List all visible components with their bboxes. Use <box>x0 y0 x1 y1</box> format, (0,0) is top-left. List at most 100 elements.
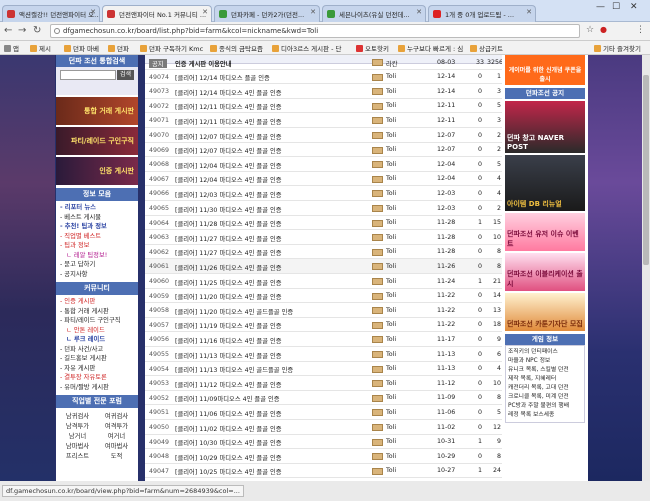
link-duel-board[interactable]: - 결투장 자유토론 <box>56 373 138 383</box>
row-author[interactable]: Toli <box>386 205 396 212</box>
link-verify-board[interactable]: - 인증 게시판 <box>56 297 138 307</box>
row-title[interactable]: [클리어] 11/19 마디오스 4인 플골 인증 <box>175 321 282 330</box>
link-guild-board[interactable]: - 길드홍보 게시판 <box>56 354 138 364</box>
coupon-banner[interactable]: 게이머를 위한 신개념 쿠폰을 출시 <box>505 55 585 85</box>
row-author[interactable]: Toli <box>386 117 396 124</box>
game-info-link[interactable]: 유니크 목록, 스킬별 던전 <box>508 366 582 375</box>
item-db-banner[interactable]: 아이템 DB 리뉴얼 <box>505 155 585 211</box>
row-title[interactable]: [클리어] 12/04 마디오스 4인 플골 인증 <box>175 161 282 170</box>
row-title[interactable]: [클리어] 11/09마디오스 4인 플골 인증 <box>175 394 280 403</box>
star-icon[interactable]: ☆ <box>586 25 594 35</box>
row-author[interactable]: Toli <box>386 278 396 285</box>
row-title[interactable]: [클리어] 11/20 마디오스 4인 플골 인증 <box>175 292 282 301</box>
trade-board-banner[interactable]: 통합 거래 게시판 <box>56 97 138 125</box>
game-info-link[interactable]: 제작 목록, 지혜레터 <box>508 375 582 384</box>
link-notice[interactable]: - 공지사항 <box>56 270 138 280</box>
table-row[interactable]: 49054 [클리어] 11/13 마디오스 4인 골드플골 인증 Toli 11-1… <box>145 362 502 377</box>
naver-post-banner[interactable]: 던파 창고 NAVER POST <box>505 101 585 153</box>
row-title[interactable]: [클리어] 12/11 마디오스 4인 플골 인증 <box>175 102 282 111</box>
row-title[interactable]: [클리어] 11/13 마디오스 4인 플골 인증 <box>175 351 282 360</box>
row-author[interactable]: Toli <box>386 336 396 343</box>
job-link[interactable]: 프리스트 <box>58 452 97 462</box>
row-author[interactable]: Toli <box>386 88 396 95</box>
link-luke-raid[interactable]: ㄴ 루크 레이드 <box>56 335 138 345</box>
table-row[interactable]: 49049 [클리어] 10/30 마디오스 4인 플골 인증 Toli 10-31 1… <box>145 435 502 450</box>
row-title[interactable]: [클리어] 11/26 마디오스 4인 플골 인증 <box>175 263 282 272</box>
row-author[interactable]: Toli <box>386 146 396 153</box>
link-humor-board[interactable]: - 유머/짤방 게시판 <box>56 383 138 393</box>
row-title[interactable]: [클리어] 10/30 마디오스 4인 플골 인증 <box>175 438 282 447</box>
browser-tab[interactable]: 던파카페 - 던카2가(던전... ✕ <box>214 5 320 22</box>
table-row[interactable]: 49053 [클리어] 11/12 마디오스 4인 플골 인증 Toli 11-12 0… <box>145 376 502 391</box>
row-title[interactable]: 인증 게시판 이용안내 <box>175 59 232 68</box>
row-author[interactable]: Toli <box>386 380 396 387</box>
row-author[interactable]: Toli <box>386 321 396 328</box>
link-reporter-news[interactable]: - 리포터 뉴스 <box>56 203 138 213</box>
link-real-tips[interactable]: ㄴ 레알 팁정보! <box>56 251 138 261</box>
row-title[interactable]: [클리어] 11/16 마디오스 4인 플골 인증 <box>175 336 282 345</box>
verify-board-banner[interactable]: 인증 게시판 <box>56 157 138 185</box>
job-link[interactable]: 남마법사 <box>58 442 97 452</box>
search-input[interactable] <box>60 70 116 80</box>
row-title[interactable]: [클리어] 11/25 마디오스 4인 플골 인증 <box>175 278 282 287</box>
table-row[interactable]: 49070 [클리어] 12/07 마디오스 4인 플골 인증 Toli 12-07 0… <box>145 128 502 143</box>
link-tips[interactable]: - 팁과 정보 <box>56 241 138 251</box>
page-scrollbar[interactable] <box>642 55 650 481</box>
table-row[interactable]: 49055 [클리어] 11/13 마디오스 4인 플골 인증 Toli 11-13 0… <box>145 347 502 362</box>
browser-tab[interactable]: 액션캘강!! 던전앤파이터 오... ✕ <box>2 5 100 22</box>
row-title[interactable]: [클리어] 10/25 마디오스 4인 플골 인증 <box>175 467 282 476</box>
table-row[interactable]: 49062 [클리어] 11/27 마디오스 4인 플골 인증 Toli 11-28 0… <box>145 245 502 260</box>
link-recommended-tips[interactable]: - 추천! 팁과 정보 <box>56 222 138 232</box>
game-info-link[interactable]: 캐전더리 목록, 고대 던전 <box>508 384 582 393</box>
url-input[interactable]: dfgamechosun.co.kr/board/list.php?bid=fa… <box>50 24 580 38</box>
game-info-link[interactable]: 크로니클 목록, 미계 던전 <box>508 393 582 402</box>
menu-icon[interactable]: ⋮ <box>636 25 645 35</box>
table-row[interactable]: 49063 [클리어] 11/27 마디오스 4인 플골 인증 Toli 11-28 0… <box>145 230 502 245</box>
bookmark-folder[interactable]: 기타 즐겨찾기 <box>594 43 641 53</box>
row-title[interactable]: [클리어] 12/07 마디오스 4인 플골 인증 <box>175 132 282 141</box>
table-row[interactable]: 49068 [클리어] 12/04 마디오스 4인 플골 인증 Toli 12-04 0… <box>145 157 502 172</box>
reload-icon[interactable]: ↻ <box>33 25 41 36</box>
row-author[interactable]: Toli <box>386 234 396 241</box>
table-row[interactable]: 49048 [클리어] 10/29 마디오스 4인 플골 인증 Toli 10-29 0… <box>145 449 502 464</box>
search-button[interactable]: 검색 <box>117 70 134 80</box>
job-link[interactable]: 여귀검사 <box>97 412 136 422</box>
row-author[interactable]: Toli <box>386 365 396 372</box>
game-info-link[interactable]: 마을과 NPC 정보 <box>508 357 582 366</box>
row-author[interactable]: 라칸 <box>386 59 398 68</box>
browser-tab-active[interactable]: 던전앤파이터 No.1 커뮤니티 ... ✕ <box>102 5 212 23</box>
link-trade-board[interactable]: - 통합 거래 게시판 <box>56 307 138 317</box>
row-title[interactable]: [클리어] 11/28 마디오스 4인 플골 인증 <box>175 219 282 228</box>
row-author[interactable]: Toli <box>386 175 396 182</box>
table-row[interactable]: 49066 [클리어] 12/03 마디오스 4인 플골 인증 Toli 12-03 0… <box>145 186 502 201</box>
row-title[interactable]: [클리어] 12/07 마디오스 4인 플골 인증 <box>175 146 282 155</box>
bookmark-item[interactable]: 제시 <box>30 43 51 53</box>
row-title[interactable]: [클리어] 11/27 마디오스 4인 플골 인증 <box>175 234 282 243</box>
bookmark-item[interactable]: 던파 구독하기 Kmc <box>140 43 203 53</box>
row-author[interactable]: Toli <box>386 453 396 460</box>
row-author[interactable]: Toli <box>386 190 396 197</box>
browser-tab[interactable]: 1개 중 0개 업로드됨 - ... ✕ <box>428 5 536 22</box>
row-title[interactable]: [클리어] 12/03 마디오스 4인 플골 인증 <box>175 190 282 199</box>
table-row[interactable]: 49051 [클리어] 11/06 마디오스 4인 플골 인증 Toli 11-06 0… <box>145 405 502 420</box>
job-link[interactable]: 도적 <box>97 452 136 462</box>
maximize-icon[interactable]: ☐ <box>612 2 620 12</box>
table-row[interactable]: 49057 [클리어] 11/19 마디오스 4인 플골 인증 Toli 11-22 0… <box>145 318 502 333</box>
game-info-link[interactable]: 조직키의 던티패이스 <box>508 348 582 357</box>
table-row[interactable]: 49073 [클리어] 12/14 마디오스 4인 플골 인증 Toli 12-14 0… <box>145 84 502 99</box>
row-title[interactable]: [클리어] 11/12 마디오스 4인 플골 인증 <box>175 380 282 389</box>
row-author[interactable]: Toli <box>386 424 396 431</box>
minimize-icon[interactable]: — <box>596 2 605 12</box>
back-icon[interactable]: ← <box>4 25 12 36</box>
table-row[interactable]: 49074 [클리어] 12/14 마디오스 플골 인증 Toli 12-14 0 1 <box>145 70 502 85</box>
row-title[interactable]: [클리어] 10/29 마디오스 4인 플골 인증 <box>175 453 282 462</box>
bookmark-item[interactable]: 던파 <box>108 43 129 53</box>
row-title[interactable]: [클리어] 11/13 마디오스 4인 골드플골 인증 <box>175 365 293 374</box>
game-info-link[interactable]: PC방과 주말 불편의 행배 <box>508 402 582 411</box>
notice-row[interactable]: 공지 인증 게시판 이용안내 라칸 08-03 33 3256 <box>145 55 502 70</box>
row-title[interactable]: [클리어] 11/02 마디오스 4인 플골 인증 <box>175 424 282 433</box>
table-row[interactable]: 49061 [클리어] 11/26 마디오스 4인 플골 인증 Toli 11-26 0… <box>145 259 502 274</box>
row-title[interactable]: [클리어] 12/14 마디오스 플골 인증 <box>175 73 270 82</box>
row-author[interactable]: Toli <box>386 394 396 401</box>
bookmark-apps[interactable]: 앱 <box>4 43 19 53</box>
